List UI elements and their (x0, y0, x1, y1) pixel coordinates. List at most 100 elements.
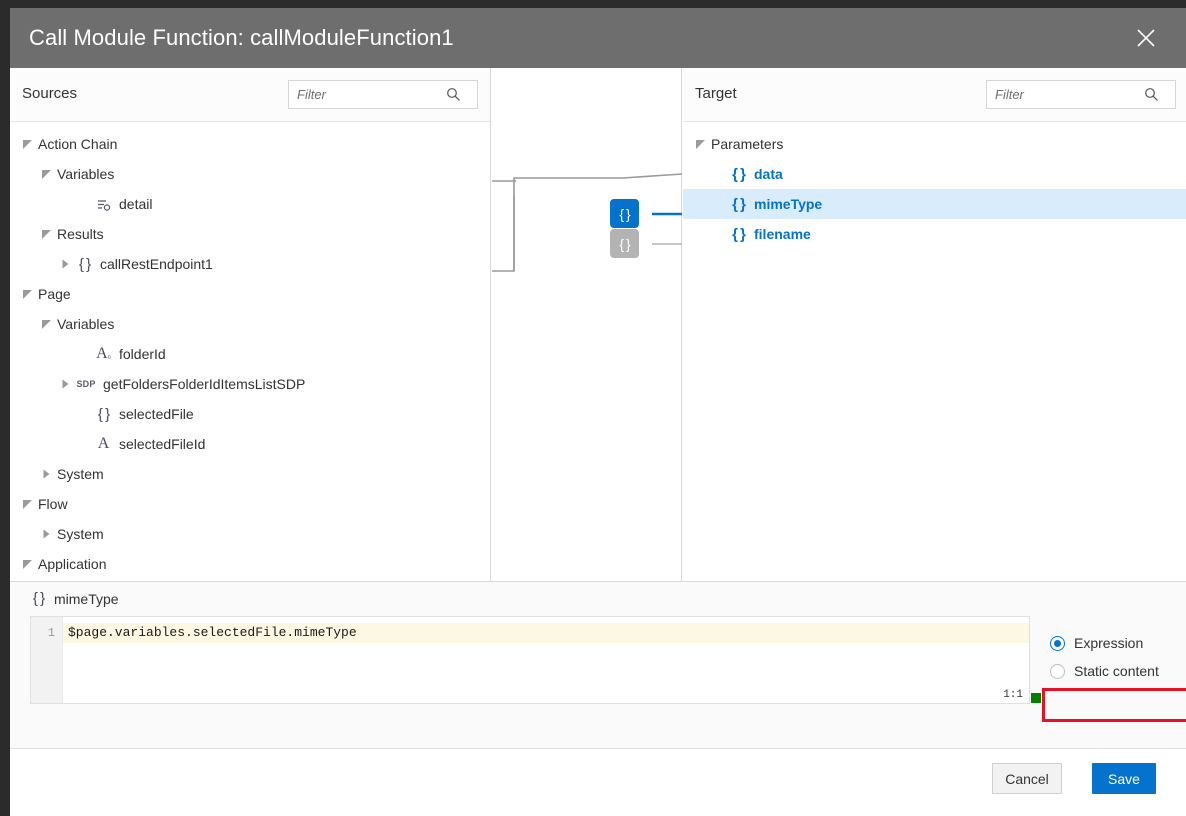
chevron-down-icon[interactable] (20, 136, 36, 152)
sources-filter-box[interactable] (288, 80, 478, 109)
tree-item-label: System (57, 466, 104, 482)
radio-static-content-label: Static content (1074, 663, 1159, 679)
braces-icon: { } (732, 225, 746, 243)
tree-item-label: Application (38, 556, 107, 572)
tree-item-label: data (754, 166, 783, 182)
code-editor[interactable]: 1 $page.variables.selectedFile.mimeType … (30, 616, 1030, 704)
tree-item[interactable]: detail (10, 189, 489, 219)
chevron-down-icon[interactable] (20, 286, 36, 302)
tree-item[interactable]: A ₀ folderId (10, 339, 489, 369)
tree-item[interactable]: AselectedFileId (10, 429, 489, 459)
tree-item[interactable]: { } mimeType (683, 189, 1186, 219)
braces-icon: { } (32, 590, 45, 607)
radio-mark-icon (1050, 663, 1065, 679)
tree-item[interactable]: Action Chain (10, 129, 489, 159)
braces-icon: { } (97, 405, 110, 423)
tree-item-label: Page (38, 286, 71, 302)
radio-mark-icon (1050, 635, 1065, 651)
tree-item-label: detail (119, 196, 153, 212)
tree-item-label: selectedFileId (119, 436, 206, 452)
expression-mode-radio-group[interactable]: Expression Static content (1050, 629, 1182, 685)
tree-item-label: mimeType (754, 196, 823, 212)
editor-code-area[interactable]: $page.variables.selectedFile.mimeType 1:… (63, 617, 1029, 703)
braces-icon: { } (732, 165, 746, 183)
chevron-down-icon[interactable] (39, 166, 55, 182)
tree-item-label: folderId (119, 346, 166, 362)
mapping-badge-mimetype[interactable]: { } (610, 199, 639, 228)
mapping-connectors (492, 173, 682, 272)
tree-item-label: callRestEndpoint1 (100, 256, 213, 272)
string-type-icon: A (97, 435, 110, 452)
tree-item[interactable]: Application (10, 549, 489, 579)
expression-header: { } mimeType (10, 582, 1186, 615)
target-tree[interactable]: Parameters { } data { } mimeType { } filename (683, 123, 1186, 581)
expression-section: { } mimeType 1 $page.variables.selectedF… (10, 581, 1186, 748)
sources-header: Sources (10, 68, 490, 122)
sources-panel: Sources Action ChainVariablesdetailResul… (10, 68, 512, 581)
chevron-right-icon[interactable] (39, 466, 55, 482)
target-panel: Target Parameters { } data { } mimeType { } fi… (683, 68, 1186, 581)
tree-item[interactable]: System (10, 459, 489, 489)
tree-item[interactable]: System (10, 519, 489, 549)
editor-gutter: 1 (31, 617, 63, 703)
tree-item[interactable]: { } callRestEndpoint1 (10, 249, 489, 279)
line-number: 1 (47, 626, 55, 640)
chevron-down-icon[interactable] (39, 316, 55, 332)
chevron-down-icon[interactable] (693, 136, 709, 152)
chevron-down-icon[interactable] (20, 496, 36, 512)
expression-code[interactable]: $page.variables.selectedFile.mimeType (63, 623, 1029, 643)
search-icon (441, 87, 465, 102)
tree-item-label: getFoldersFolderIdItemsListSDP (103, 376, 306, 392)
tree-item[interactable]: Results (10, 219, 489, 249)
radio-expression-label: Expression (1074, 635, 1144, 651)
tree-item[interactable]: Page (10, 279, 489, 309)
tree-item[interactable]: SDP getFoldersFolderIdItemsListSDP (10, 369, 489, 399)
dialog-body: Sources Action ChainVariablesdetailResul… (10, 68, 1186, 816)
expression-target-label: mimeType (54, 590, 119, 607)
target-filter-box[interactable] (986, 80, 1176, 109)
dialog-titlebar: Call Module Function: callModuleFunction… (10, 8, 1186, 68)
tree-item-label: filename (754, 226, 811, 242)
save-button[interactable]: Save (1092, 763, 1156, 794)
tree-item-label: Variables (57, 166, 115, 182)
tree-item[interactable]: Flow (10, 489, 489, 519)
dialog-footer: Cancel Save (10, 748, 1186, 816)
cancel-button[interactable]: Cancel (992, 763, 1062, 794)
radio-expression[interactable]: Expression (1050, 629, 1182, 657)
tree-item-label: Flow (38, 496, 68, 512)
caret-position: 1:1 (1003, 689, 1023, 701)
tree-item-label: selectedFile (119, 406, 194, 422)
close-icon[interactable] (1120, 8, 1172, 68)
braces-icon: { } (732, 195, 746, 213)
detail-icon (95, 197, 112, 212)
tree-item[interactable]: { } filename (683, 219, 1186, 249)
tree-item[interactable]: Variables (10, 159, 489, 189)
chevron-down-icon[interactable] (20, 556, 36, 572)
tree-item[interactable]: { } selectedFile (10, 399, 489, 429)
sdp-icon: SDP (76, 379, 96, 389)
sources-title: Sources (22, 85, 78, 102)
target-filter-input[interactable] (987, 82, 1139, 107)
chevron-right-icon[interactable] (58, 256, 74, 272)
tree-item[interactable]: { } data (683, 159, 1186, 189)
string-variable-icon: A₀ (96, 345, 111, 362)
target-title: Target (695, 85, 737, 102)
sources-filter-input[interactable] (289, 82, 441, 107)
tree-item-label: Parameters (711, 136, 784, 152)
tree-item[interactable]: Variables (10, 309, 489, 339)
call-module-function-dialog: Call Module Function: callModuleFunction… (0, 0, 1186, 816)
mapping-canvas: { } { } (492, 68, 682, 581)
mapping-badge-filename[interactable]: { } (610, 229, 639, 258)
chevron-down-icon[interactable] (39, 226, 55, 242)
chevron-right-icon[interactable] (39, 526, 55, 542)
sources-tree[interactable]: Action Chain Variables detail Results{ } cal… (10, 123, 489, 581)
tree-item[interactable]: Parameters (683, 129, 1186, 159)
radio-static-content[interactable]: Static content (1050, 657, 1182, 685)
chevron-right-icon[interactable] (58, 376, 74, 392)
tree-item-label: System (57, 526, 104, 542)
